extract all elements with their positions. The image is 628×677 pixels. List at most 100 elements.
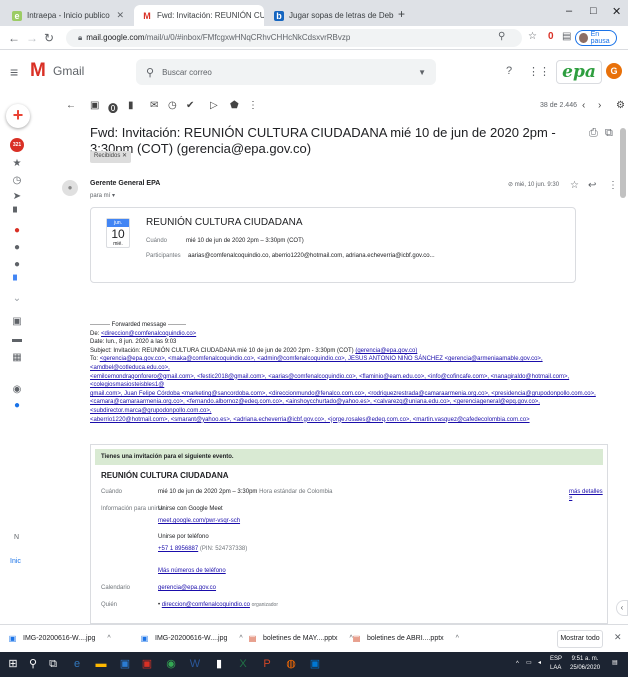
event-card[interactable]: jun. 10 mié. REUNIÓN CULTURA CIUDADANA C…	[90, 207, 576, 283]
windows-start-icon[interactable]: ⊞	[6, 657, 20, 671]
reply-icon[interactable]: ↩	[588, 180, 596, 191]
powerpoint-icon[interactable]: P	[260, 657, 274, 671]
star-icon[interactable]: ☆	[528, 31, 537, 42]
back-icon[interactable]: ←	[8, 31, 20, 45]
organizer-link[interactable]: direccion@comfenalcoquindio.co	[162, 602, 250, 608]
recipients-line[interactable]: gmail.com>, Juan Felipe Córdoba <marketi…	[90, 390, 610, 399]
more-options-icon[interactable]: ⋮	[608, 180, 618, 191]
settings-gear-icon[interactable]: ⚙	[616, 100, 625, 111]
reload-icon[interactable]: ↻	[44, 31, 54, 45]
meet-join-icon[interactable]: ▬	[11, 334, 23, 346]
window-close-icon[interactable]: ✕	[612, 5, 621, 18]
chevron-up-icon[interactable]: ^	[107, 635, 110, 642]
new-tab-icon[interactable]: +	[398, 7, 405, 21]
snoozed-icon[interactable]: ◷	[11, 175, 23, 187]
label-dark-icon[interactable]: ●	[11, 242, 23, 254]
recipients-line[interactable]: <emilcemondragonforero@gmail.com>, <fest…	[90, 373, 610, 390]
compose-button[interactable]: +	[6, 104, 30, 128]
older-icon[interactable]: ›	[598, 100, 601, 111]
language-indicator[interactable]: ESP LAA	[550, 655, 562, 673]
archive-icon[interactable]: ▣	[90, 100, 99, 111]
tab-intraepa[interactable]: e Intraepa - Inicio publico ✕	[4, 5, 132, 26]
label-icon[interactable]: ⬟	[230, 100, 239, 111]
label-grey-icon[interactable]: ●	[11, 259, 23, 271]
apps-grid-icon[interactable]: ⋮⋮	[528, 65, 550, 78]
inbox-unread-badge[interactable]: 321	[10, 138, 24, 152]
help-icon[interactable]: ?	[506, 65, 512, 77]
back-to-inbox-icon[interactable]: ←	[66, 100, 76, 111]
from-email-link[interactable]: <direccion@comfenalcoquindio.co>	[101, 331, 196, 337]
search-icon[interactable]: ⚲	[146, 66, 154, 79]
store-icon[interactable]: ▣	[118, 657, 132, 671]
tray-expand-icon[interactable]: ^	[516, 660, 519, 669]
gmail-logo-icon[interactable]: M	[30, 60, 46, 82]
report-spam-icon[interactable]: ⓿	[108, 100, 118, 115]
url-field[interactable]: 🔒︎ mail.google.com/mail/u/0/#inbox/FMfcgx…	[66, 29, 522, 47]
search-input[interactable]: ⚲ Buscar correo ▼	[136, 59, 436, 85]
label-blue-icon[interactable]: ▘	[11, 276, 23, 288]
profile-button[interactable]: En pausa	[575, 30, 617, 46]
chevron-up-icon[interactable]: ^	[239, 635, 242, 642]
chrome-icon[interactable]: ◉	[164, 657, 178, 671]
volume-icon[interactable]: ◂	[538, 659, 541, 668]
notifications-icon[interactable]: ▤	[612, 659, 618, 668]
account-avatar[interactable]: G	[606, 63, 622, 79]
phone-link[interactable]: +57 1 8956887	[158, 546, 198, 552]
mark-unread-icon[interactable]: ✉	[150, 100, 158, 111]
search-options-icon[interactable]: ▼	[418, 68, 426, 77]
sent-icon[interactable]: ➤	[11, 191, 23, 203]
sender-name[interactable]: Gerente General EPA	[90, 180, 160, 187]
recipients-line[interactable]: <aberrio1220@hotmail.com>, <smarant@yaho…	[90, 416, 610, 425]
recipients-line[interactable]: <gerencia@epa.gov.co>, <maka@comfenalcoq…	[90, 356, 543, 371]
tab-sopas[interactable]: b Jugar sopas de letras de Deberes ✕	[266, 5, 394, 26]
app-icon-red[interactable]: ▣	[140, 657, 154, 671]
print-icon[interactable]: ⎙	[589, 127, 598, 140]
zoom-icon[interactable]: ⚲	[498, 31, 505, 42]
firefox-icon[interactable]: ◍	[284, 657, 298, 671]
close-icon[interactable]: ✕	[614, 632, 622, 643]
extensions-icon[interactable]: ▤	[562, 31, 571, 42]
keyboard-icon[interactable]: ▦	[11, 352, 23, 364]
side-panel-toggle-icon[interactable]: ‹	[616, 600, 628, 616]
file-explorer-icon[interactable]: ▬	[94, 657, 108, 671]
minimize-icon[interactable]: –	[566, 5, 572, 17]
task-view-icon[interactable]: ⧉	[46, 657, 60, 671]
label-red-icon[interactable]: ●	[11, 225, 23, 237]
clock[interactable]: 9:51 a. m. 25/06/2020	[570, 655, 600, 673]
download-item[interactable]: ▣ IMG-20200616-W....jpg ^	[140, 633, 243, 644]
star-icon[interactable]: ☆	[570, 180, 579, 191]
show-all-downloads-button[interactable]: Mostrar todo	[557, 630, 603, 648]
search-icon[interactable]: ⚲	[26, 657, 40, 671]
photos-icon[interactable]: ▣	[308, 657, 322, 671]
chevron-up-icon[interactable]: ^	[456, 635, 459, 642]
hangouts-icon[interactable]: ◉	[11, 384, 23, 396]
scrollbar-thumb[interactable]	[620, 128, 626, 198]
download-item[interactable]: ▣ IMG-20200616-W....jpg ^	[8, 633, 111, 644]
label-chip-inbox[interactable]: Recibidos ✕	[90, 151, 132, 163]
extension-badge[interactable]: 0	[548, 31, 554, 42]
subject-email-link[interactable]: (gerencia@epa.gov.co)	[355, 348, 417, 354]
tab-gmail[interactable]: M Fwd: Invitación: REUNIÓN CULTU ✕	[134, 5, 264, 26]
more-phone-numbers-link[interactable]: Más números de teléfono	[158, 568, 226, 574]
meet-link[interactable]: meet.google.com/pwr-vsqr-sch	[158, 518, 240, 524]
contact-avatar-icon[interactable]: ●	[11, 400, 23, 412]
recipient-to[interactable]: para mí ▾	[90, 192, 115, 199]
calendar-link[interactable]: gerencia@epa.gov.co	[158, 585, 216, 591]
more-details-link[interactable]: más detalles »	[569, 489, 607, 501]
drafts-icon[interactable]: ▘	[11, 208, 23, 220]
meet-video-icon[interactable]: ▣	[11, 316, 23, 328]
open-new-window-icon[interactable]: ⧉	[605, 127, 613, 140]
app-icon-white[interactable]: ▮	[212, 657, 226, 671]
newer-icon[interactable]: ‹	[582, 100, 585, 111]
forward-icon[interactable]: →	[26, 31, 38, 45]
more-options-icon[interactable]: ⋮	[248, 100, 258, 111]
excel-icon[interactable]: X	[236, 657, 250, 671]
word-icon[interactable]: W	[188, 657, 202, 671]
download-item[interactable]: ▤ boletines de ABRI....pptx ^	[352, 633, 459, 644]
recipients-line[interactable]: <camara@camaraarmenia.org.co>, <fernando…	[90, 398, 610, 415]
edge-icon[interactable]: e	[70, 657, 84, 671]
close-icon[interactable]: ✕	[116, 10, 124, 21]
move-to-icon[interactable]: ▷	[210, 100, 218, 111]
snooze-icon[interactable]: ◷	[168, 100, 177, 111]
starred-icon[interactable]: ★	[11, 158, 23, 170]
